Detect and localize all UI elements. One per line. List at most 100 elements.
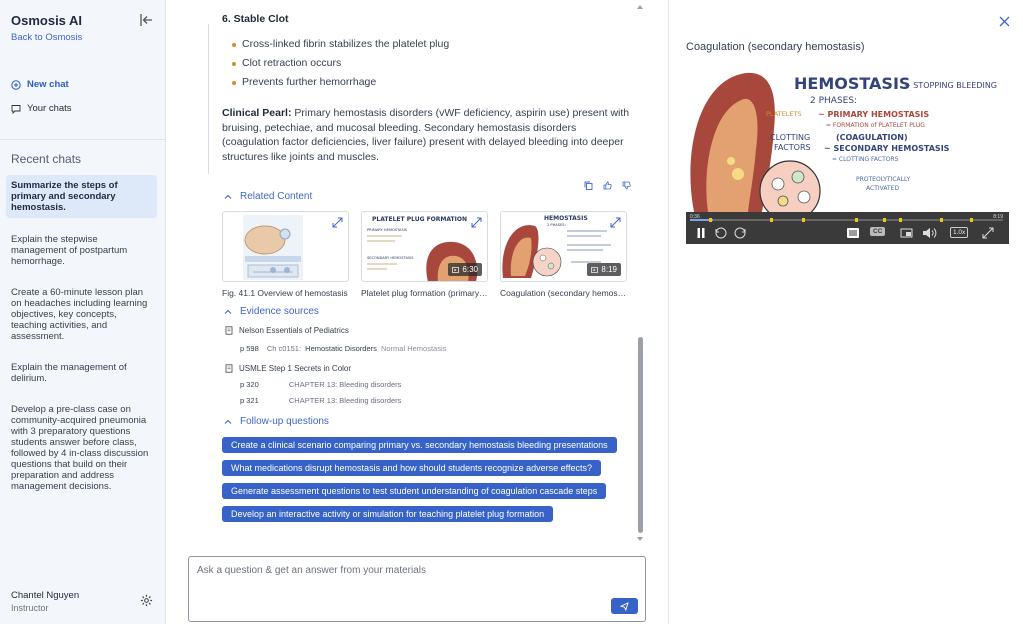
new-chat-button[interactable]: New chat xyxy=(11,79,69,90)
chat-item[interactable]: Summarize the steps of primary and secon… xyxy=(6,175,157,218)
video-player[interactable]: HEMOSTASIS ~ STOPPING BLEEDING 2 PHASES:… xyxy=(686,69,1009,244)
evidence-sources-toggle[interactable]: Evidence sources xyxy=(224,306,319,317)
source-subsection: Normal Hemostasis xyxy=(380,344,447,353)
question-composer xyxy=(188,556,646,622)
video-platelets-label: PLATELETS xyxy=(766,110,802,118)
follow-up-button[interactable]: What medications disrupt hemostasis and … xyxy=(222,460,602,476)
video-duration-badge: 6:30 xyxy=(448,263,482,276)
expand-icon[interactable] xyxy=(332,217,343,228)
follow-up-button[interactable]: Create a clinical scenario comparing pri… xyxy=(222,437,617,453)
card-caption: Coagulation (secondary hemostasis) xyxy=(500,288,627,298)
related-card[interactable]: Fig. 41.1 Overview of hemostasis xyxy=(222,211,349,298)
video-progress-bar[interactable] xyxy=(690,218,1003,222)
chapter-marker[interactable] xyxy=(899,218,902,222)
close-icon[interactable] xyxy=(999,16,1010,27)
fullscreen-icon[interactable] xyxy=(982,227,994,239)
chapter-marker[interactable] xyxy=(970,218,973,222)
copy-icon[interactable] xyxy=(584,181,593,190)
platelet-thumb-title: PLATELET PLUG FORMATION xyxy=(372,216,467,223)
user-name: Chantel Nguyen xyxy=(11,590,80,601)
chat-item[interactable]: Develop a pre-class case on community-ac… xyxy=(6,400,157,496)
video-thumbnail[interactable]: PLATELET PLUG FORMATION PRIMARY HEMOSTAS… xyxy=(361,211,488,282)
your-chats-button[interactable]: Your chats xyxy=(11,103,72,114)
related-content-toggle[interactable]: Related Content xyxy=(224,191,312,202)
video-primary: ~ PRIMARY HEMOSTASIS xyxy=(818,110,929,119)
source-book[interactable]: Nelson Essentials of Pediatrics xyxy=(225,326,349,335)
pause-icon[interactable] xyxy=(696,227,706,239)
media-panel: Coagulation (secondary hemostasis) HEMOS… xyxy=(668,0,1023,624)
clinical-pearl: Clinical Pearl: Primary hemostasis disor… xyxy=(222,106,630,164)
video-activated: ACTIVATED xyxy=(866,185,899,192)
rewind-10-icon[interactable] xyxy=(714,227,728,239)
source-row[interactable]: p 321 CHAPTER 13: Bleeding disorders xyxy=(240,396,401,405)
chat-item[interactable]: Create a 60-minute lesson plan on headac… xyxy=(6,283,157,346)
source-row[interactable]: p 320 CHAPTER 13: Bleeding disorders xyxy=(240,380,401,389)
question-input[interactable] xyxy=(197,565,597,576)
volume-icon[interactable] xyxy=(922,227,938,239)
video-thumbnail[interactable]: HEMOSTASIS 2 PHASES: 8:19 xyxy=(500,211,627,282)
expand-icon[interactable] xyxy=(471,217,482,228)
send-button[interactable] xyxy=(611,598,638,614)
chat-item[interactable]: Explain the stepwise management of postp… xyxy=(6,230,157,271)
chapter-marker[interactable] xyxy=(883,218,886,222)
card-caption: Fig. 41.1 Overview of hemostasis xyxy=(222,288,348,298)
scroll-down-arrow[interactable] xyxy=(637,537,643,541)
transcript-icon[interactable] xyxy=(846,227,860,239)
source-book[interactable]: USMLE Step 1 Secrets in Color xyxy=(225,364,351,373)
your-chats-label: Your chats xyxy=(27,103,72,114)
recent-chat-list: Summarize the steps of primary and secon… xyxy=(6,175,157,508)
related-card[interactable]: PLATELET PLUG FORMATION PRIMARY HEMOSTAS… xyxy=(361,211,488,298)
follow-up-button[interactable]: Develop an interactive activity or simul… xyxy=(222,506,554,522)
scrollbar-thumb[interactable] xyxy=(638,337,643,533)
video-formation: = FORMATION of PLATELET PLUG xyxy=(826,122,925,129)
video-phases: 2 PHASES: xyxy=(810,96,857,106)
video-coagulation: (COAGULATION) xyxy=(836,133,908,142)
expand-icon[interactable] xyxy=(610,217,621,228)
video-clotting-label: CLOTTING xyxy=(770,133,810,142)
bullet-item: Clot retraction occurs xyxy=(232,54,449,73)
playback-speed-button[interactable]: 1.0x xyxy=(950,227,969,238)
related-content-heading: Related Content xyxy=(240,191,313,202)
chapter-marker[interactable] xyxy=(802,218,805,222)
figure-thumbnail[interactable] xyxy=(222,211,349,282)
chapter-marker[interactable] xyxy=(770,218,773,222)
video-heading: HEMOSTASIS xyxy=(794,74,910,93)
back-to-osmosis-link[interactable]: Back to Osmosis xyxy=(11,32,82,43)
chapter-marker[interactable] xyxy=(855,218,858,222)
source-book-title: USMLE Step 1 Secrets in Color xyxy=(239,364,352,373)
thumbs-down-icon[interactable] xyxy=(622,181,631,190)
video-title: Coagulation (secondary hemostasis) xyxy=(686,41,865,53)
picture-in-picture-icon[interactable] xyxy=(900,227,913,239)
follow-up-list: Create a clinical scenario comparing pri… xyxy=(222,437,617,529)
follow-up-toggle[interactable]: Follow-up questions xyxy=(224,416,329,427)
gear-icon[interactable] xyxy=(140,594,153,607)
chevron-up-icon xyxy=(224,419,232,424)
video-controls: 0:36 8:19 CC 1.0x xyxy=(686,212,1009,244)
chapter-marker[interactable] xyxy=(709,218,712,222)
forward-10-icon[interactable] xyxy=(733,227,747,239)
source-chapter: Ch c0151: xyxy=(266,344,302,353)
video-icon xyxy=(452,266,460,273)
video-duration: 8:19 xyxy=(601,265,617,274)
follow-up-heading: Follow-up questions xyxy=(240,416,329,427)
thumbs-up-icon[interactable] xyxy=(603,181,612,190)
source-page: p 320 xyxy=(240,380,259,389)
video-factors-label: FACTORS xyxy=(774,143,811,152)
chapter-marker[interactable] xyxy=(940,218,943,222)
scroll-up-arrow[interactable] xyxy=(637,5,643,9)
book-icon xyxy=(225,364,233,373)
chevron-up-icon xyxy=(224,309,232,314)
step-title: 6. Stable Clot xyxy=(222,13,289,25)
chat-item[interactable]: Explain the management of delirium. xyxy=(6,358,157,388)
video-duration-badge: 8:19 xyxy=(587,263,621,276)
video-proteolytically: PROTEOLYTICALLY xyxy=(856,176,911,183)
collapse-sidebar-icon[interactable] xyxy=(138,12,154,28)
answer-rule xyxy=(208,24,209,174)
send-icon xyxy=(620,601,629,611)
follow-up-button[interactable]: Generate assessment questions to test st… xyxy=(222,483,607,499)
platelet-thumb-primary: PRIMARY HEMOSTASIS xyxy=(367,228,408,232)
source-row[interactable]: p 598 Ch c0151: Hemostatic Disorders Nor… xyxy=(240,344,446,353)
captions-button[interactable]: CC xyxy=(870,227,886,236)
related-card[interactable]: HEMOSTASIS 2 PHASES: 8:19 Coagulation (s… xyxy=(500,211,627,298)
platelet-thumb-secondary: SECONDARY HEMOSTASIS xyxy=(367,256,414,260)
